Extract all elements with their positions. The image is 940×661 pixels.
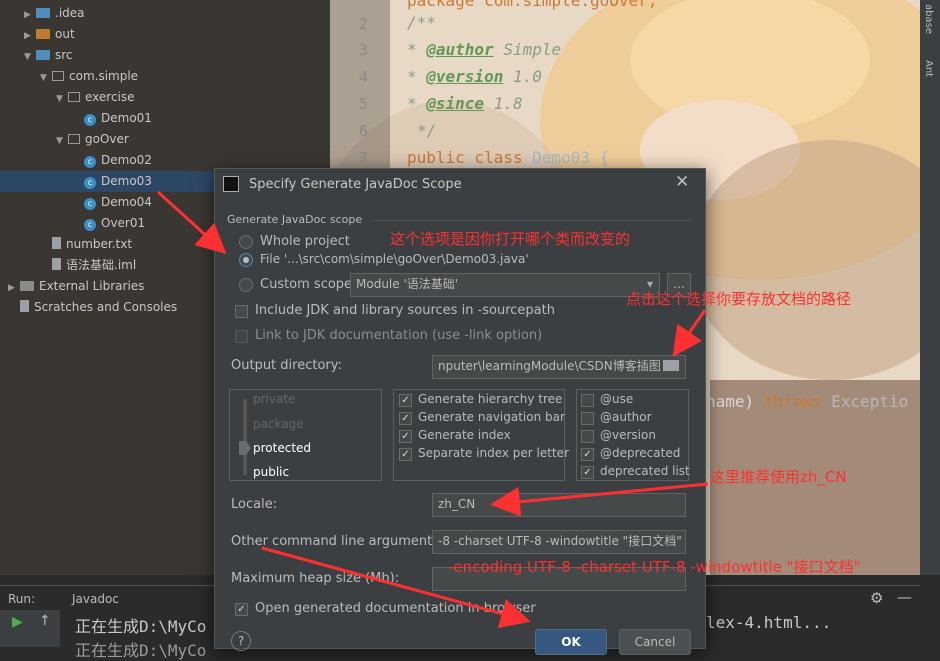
arrow-to-locale — [490, 482, 709, 517]
annotation-scope-note: 这个选项是因你打开哪个类而改变的 — [390, 230, 631, 248]
annotation-arrows — [156, 190, 709, 629]
arrow-to-file-scope — [156, 190, 227, 255]
annotation-locale-note: 这里推荐使用zh_CN — [710, 468, 847, 486]
annotation-args-note: -encoding UTF-8 -charset UTF-8 -windowti… — [448, 558, 861, 576]
annotation-output-note: 点击这个选择你要存放文档的路径 — [626, 290, 852, 308]
arrow-to-output-dir — [672, 309, 707, 357]
